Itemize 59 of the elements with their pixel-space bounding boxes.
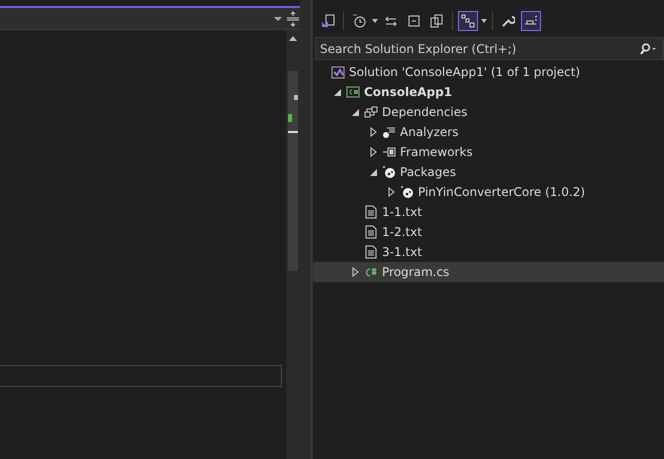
tree-item[interactable]: 1-1.txt xyxy=(313,202,664,222)
tree-item[interactable]: Frameworks xyxy=(313,142,664,162)
tree-item-label: 1-2.txt xyxy=(382,225,422,239)
analyzer-icon xyxy=(382,125,396,139)
solution-icon xyxy=(331,65,345,79)
package-icon xyxy=(400,185,414,199)
collapsed-arrow-icon[interactable] xyxy=(370,147,376,157)
dropdown-caret-icon[interactable] xyxy=(372,19,378,23)
search-field[interactable]: Search Solution Explorer (Ctrl+;) xyxy=(320,42,639,56)
solution-view-icon xyxy=(321,14,335,28)
search-bar[interactable]: Search Solution Explorer (Ctrl+;) xyxy=(315,37,664,60)
tree-item[interactable]: Packages xyxy=(313,162,664,182)
toolbar-button[interactable] xyxy=(458,11,478,31)
scroll-up-icon[interactable] xyxy=(289,36,297,41)
dropdown-caret-icon[interactable] xyxy=(481,19,487,23)
tree-item-label: Analyzers xyxy=(400,125,458,139)
package-icon xyxy=(382,165,396,179)
collapsed-arrow-icon[interactable] xyxy=(388,187,394,197)
tree-item-label: Frameworks xyxy=(400,145,473,159)
tree-item[interactable]: Analyzers xyxy=(313,122,664,142)
tree-item-label: PinYinConverterCore (1.0.2) xyxy=(418,185,586,199)
expanded-arrow-icon[interactable] xyxy=(352,108,358,116)
text-file-icon xyxy=(364,225,378,239)
dropdown-caret-icon[interactable] xyxy=(274,16,282,22)
sync-arrows-icon xyxy=(384,14,398,28)
tree-item-label: Packages xyxy=(400,165,456,179)
framework-icon xyxy=(382,145,396,159)
toolbar-button[interactable] xyxy=(521,11,541,31)
tree-item[interactable]: Solution 'ConsoleApp1' (1 of 1 project) xyxy=(313,62,664,82)
csharp-project-icon xyxy=(346,85,360,99)
dependencies-icon xyxy=(364,105,378,119)
output-field[interactable] xyxy=(0,365,282,387)
tree-item-label: 3-1.txt xyxy=(382,245,422,259)
tree-item-label: Solution 'ConsoleApp1' (1 of 1 project) xyxy=(349,65,580,79)
tree-item-label: Program.cs xyxy=(382,265,450,279)
tree-item[interactable]: 3-1.txt xyxy=(313,242,664,262)
tree-item-label: Dependencies xyxy=(382,105,468,119)
text-file-icon xyxy=(364,205,378,219)
tree-item[interactable]: Dependencies xyxy=(313,102,664,122)
expanded-arrow-icon[interactable] xyxy=(370,168,376,176)
scroll-bar[interactable] xyxy=(286,30,300,459)
tree-item[interactable]: PinYinConverterCore (1.0.2) xyxy=(313,182,664,202)
tree-item[interactable]: Program.cs xyxy=(313,262,664,282)
tree-view-icon xyxy=(461,14,475,28)
collapsed-arrow-icon[interactable] xyxy=(352,267,358,277)
expanded-arrow-icon[interactable] xyxy=(334,88,340,96)
tree-item-label: 1-1.txt xyxy=(382,205,422,219)
collapse-all-icon xyxy=(407,14,421,28)
clock-icon xyxy=(352,14,366,28)
text-file-icon xyxy=(364,245,378,259)
tree-item[interactable]: ConsoleApp1 xyxy=(313,82,664,102)
search-icon[interactable] xyxy=(639,42,657,54)
tree-item-label: ConsoleApp1 xyxy=(364,85,452,99)
collapsed-arrow-icon[interactable] xyxy=(370,127,376,137)
split-icon[interactable] xyxy=(286,10,300,26)
csharp-file-icon xyxy=(364,265,378,279)
tree-item[interactable]: 1-2.txt xyxy=(313,222,664,242)
copy-windows-icon xyxy=(430,14,444,28)
wrench-icon xyxy=(501,14,515,28)
